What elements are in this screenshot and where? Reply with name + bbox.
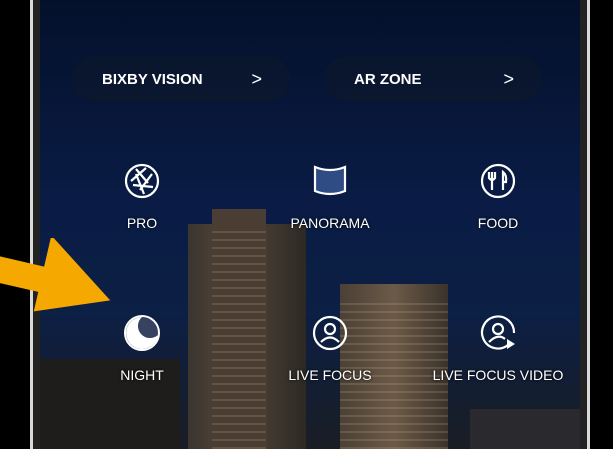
ar-zone-label: AR ZONE: [354, 70, 422, 88]
chevron-right-icon: >: [251, 68, 262, 89]
fork-knife-icon: [480, 163, 516, 199]
person-circle-icon: [312, 315, 348, 351]
mode-live-focus-video[interactable]: LIVE FOCUS VIDEO: [418, 313, 578, 383]
ar-zone-button[interactable]: AR ZONE >: [324, 56, 542, 102]
bixby-vision-label: BIXBY VISION: [102, 70, 203, 88]
panorama-icon: [313, 165, 347, 196]
mode-pro[interactable]: PRO: [62, 161, 222, 231]
mode-label: LIVE FOCUS: [288, 367, 372, 383]
mode-label: NIGHT: [120, 367, 164, 383]
mode-live-focus[interactable]: LIVE FOCUS: [250, 313, 410, 383]
mode-label: PANORAMA: [290, 215, 370, 231]
mode-food[interactable]: FOOD: [418, 161, 578, 231]
annotation-arrow-icon: [0, 238, 111, 312]
phone-frame: BIXBY VISION > AR ZONE > PRO PANORAMA FO…: [30, 0, 590, 449]
chevron-right-icon: >: [503, 68, 514, 89]
bixby-vision-button[interactable]: BIXBY VISION >: [72, 56, 290, 102]
mode-panorama[interactable]: PANORAMA: [250, 161, 410, 231]
aperture-icon: [124, 163, 160, 199]
mode-label: FOOD: [477, 215, 519, 231]
mode-label: PRO: [126, 215, 158, 231]
mode-label: LIVE FOCUS VIDEO: [432, 367, 564, 383]
person-video-icon: [480, 315, 516, 350]
